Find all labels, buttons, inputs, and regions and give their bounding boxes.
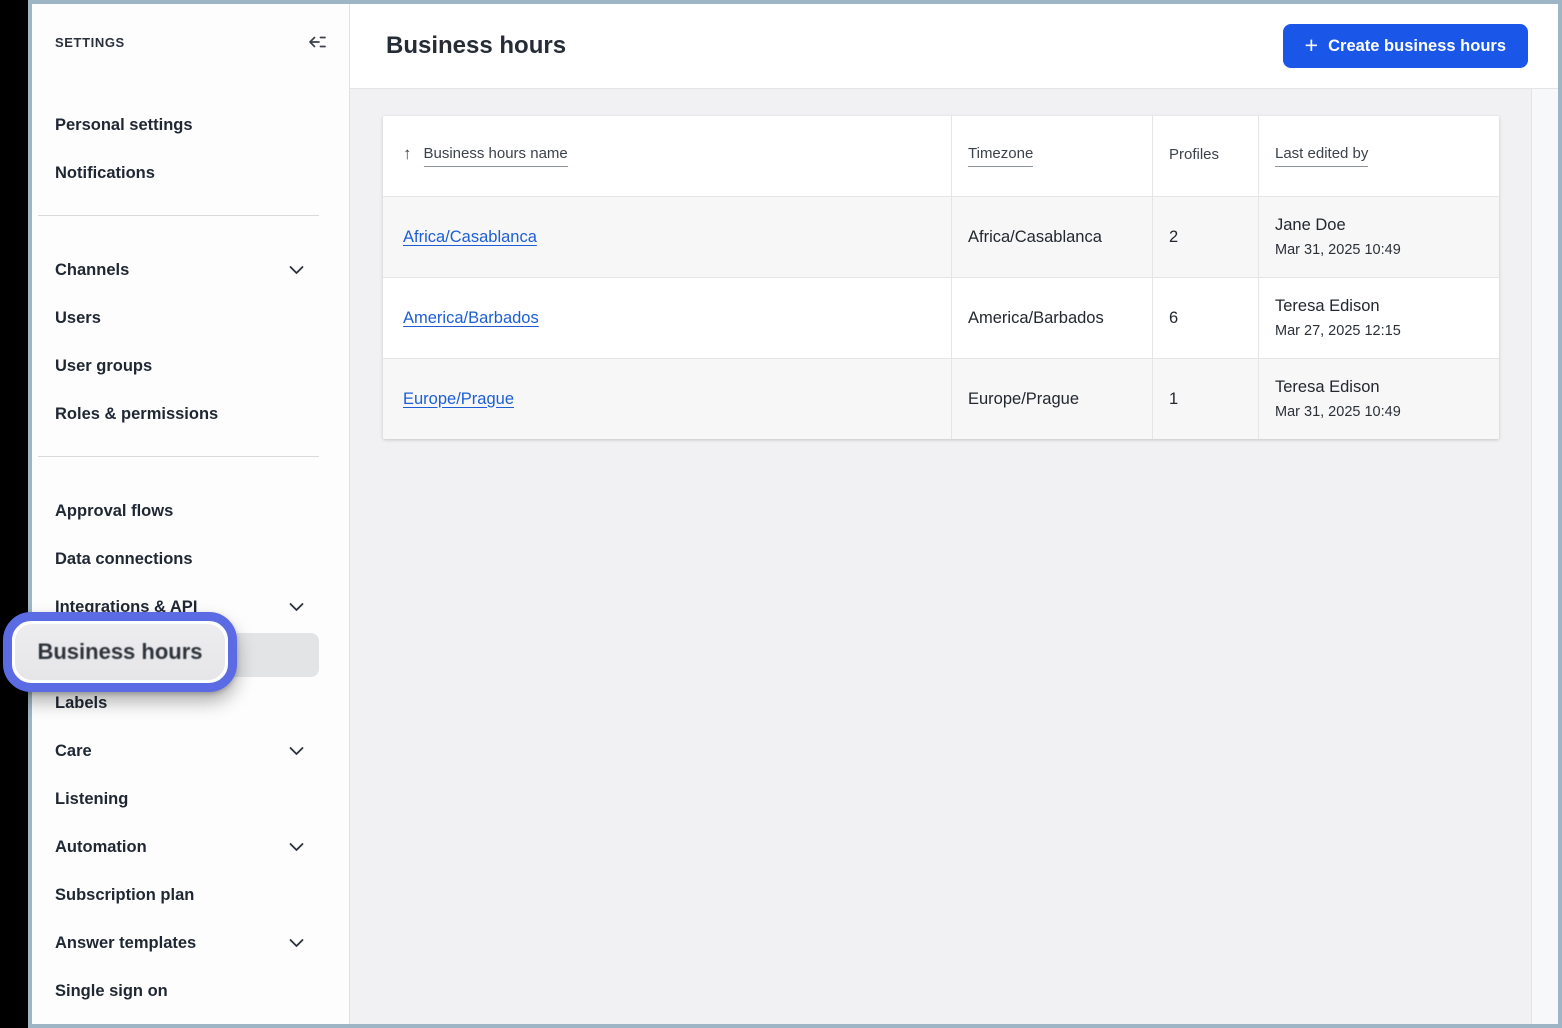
sidebar-item-single-sign-on[interactable]: Single sign on xyxy=(37,967,319,1015)
sidebar-item-label: Listening xyxy=(55,790,128,809)
chevron-down-icon xyxy=(288,935,305,952)
scrollbar-gutter[interactable] xyxy=(1531,89,1558,1024)
table-row: Europe/Prague Europe/Prague 1 Teresa Edison… xyxy=(383,358,1499,439)
column-header-last-edited-by[interactable]: Last edited by xyxy=(1259,116,1499,196)
profiles-count: 1 xyxy=(1169,390,1178,409)
business-hours-name-link[interactable]: America/Barbados xyxy=(403,309,539,328)
business-hours-table: ↑ Business hours name Timezone Profiles Last… xyxy=(383,116,1499,439)
sidebar-item-personal-settings[interactable]: Personal settings xyxy=(37,101,319,149)
sidebar-item-label: User groups xyxy=(55,357,152,376)
column-header-label: Profiles xyxy=(1169,146,1219,167)
sidebar-item-label: Personal settings xyxy=(55,116,193,135)
sidebar-item-label: Answer templates xyxy=(55,934,196,953)
page-title: Business hours xyxy=(386,32,566,60)
main-area: Business hours + Create business hours ↑… xyxy=(350,4,1558,1024)
column-header-profiles: Profiles xyxy=(1153,116,1259,196)
business-hours-name-link[interactable]: Africa/Casablanca xyxy=(403,228,537,247)
sidebar-item-label: Subscription plan xyxy=(55,886,194,905)
last-edited-cell: Teresa Edison Mar 27, 2025 12:15 xyxy=(1259,278,1499,358)
callout-label: Business hours xyxy=(37,639,202,665)
business-hours-name-link[interactable]: Europe/Prague xyxy=(403,390,514,409)
sidebar-item-label: Care xyxy=(55,742,92,761)
last-edited-date: Mar 27, 2025 12:15 xyxy=(1275,323,1401,339)
screenshot-canvas: SETTINGS Personal settings Notifications C… xyxy=(0,0,1562,1028)
chevron-down-icon xyxy=(288,599,305,616)
app-window: SETTINGS Personal settings Notifications C… xyxy=(28,0,1562,1028)
sidebar-item-label: Single sign on xyxy=(55,982,168,1001)
table-header-row: ↑ Business hours name Timezone Profiles Last… xyxy=(383,116,1499,196)
sidebar-item-approval-flows[interactable]: Approval flows xyxy=(37,487,319,535)
sidebar-item-care[interactable]: Care xyxy=(37,727,319,775)
sidebar-item-label: Data connections xyxy=(55,550,193,569)
profiles-count: 6 xyxy=(1169,309,1178,328)
sidebar-item-listening[interactable]: Listening xyxy=(37,775,319,823)
chevron-down-icon xyxy=(288,262,305,279)
column-header-business-hours-name[interactable]: ↑ Business hours name xyxy=(383,116,952,196)
sidebar-item-answer-templates[interactable]: Answer templates xyxy=(37,919,319,967)
sidebar-nav: Personal settings Notifications Channels Us… xyxy=(32,101,349,1015)
page-header: Business hours + Create business hours xyxy=(350,4,1558,89)
timezone-cell: Africa/Casablanca xyxy=(952,197,1153,277)
business-hours-name-cell: America/Barbados xyxy=(383,278,952,358)
create-button-label: Create business hours xyxy=(1328,37,1506,56)
timezone-value: Africa/Casablanca xyxy=(968,228,1102,247)
sidebar-item-users[interactable]: Users xyxy=(37,294,319,342)
timezone-cell: Europe/Prague xyxy=(952,359,1153,439)
profiles-cell: 1 xyxy=(1153,359,1259,439)
sidebar-item-label: Channels xyxy=(55,261,129,280)
sidebar-divider xyxy=(38,456,319,457)
table-row: America/Barbados America/Barbados 6 Teresa … xyxy=(383,277,1499,358)
callout-highlight-pill: Business hours xyxy=(15,624,225,680)
sidebar-item-user-groups[interactable]: User groups xyxy=(37,342,319,390)
sidebar-item-data-connections[interactable]: Data connections xyxy=(37,535,319,583)
sidebar-item-automation[interactable]: Automation xyxy=(37,823,319,871)
sidebar-item-label: Labels xyxy=(55,694,107,713)
sidebar-item-subscription-plan[interactable]: Subscription plan xyxy=(37,871,319,919)
create-business-hours-button[interactable]: + Create business hours xyxy=(1283,24,1528,68)
sort-ascending-icon: ↑ xyxy=(403,144,412,164)
sidebar-divider xyxy=(38,215,319,216)
content-area: ↑ Business hours name Timezone Profiles Last… xyxy=(350,89,1558,1024)
column-header-label: Last edited by xyxy=(1275,145,1368,167)
profiles-cell: 6 xyxy=(1153,278,1259,358)
business-hours-name-cell: Europe/Prague xyxy=(383,359,952,439)
last-edited-cell: Teresa Edison Mar 31, 2025 10:49 xyxy=(1259,359,1499,439)
plus-icon: + xyxy=(1305,34,1318,57)
column-header-label: Business hours name xyxy=(424,145,568,167)
timezone-value: Europe/Prague xyxy=(968,390,1079,409)
table-body: Africa/Casablanca Africa/Casablanca 2 Jane … xyxy=(383,196,1499,439)
sidebar-item-label: Roles & permissions xyxy=(55,405,218,424)
table-row: Africa/Casablanca Africa/Casablanca 2 Jane … xyxy=(383,196,1499,277)
sidebar-title: SETTINGS xyxy=(55,35,125,50)
last-edited-cell: Jane Doe Mar 31, 2025 10:49 xyxy=(1259,197,1499,277)
business-hours-callout: Business hours xyxy=(3,612,237,692)
sidebar-item-label: Approval flows xyxy=(55,502,173,521)
chevron-down-icon xyxy=(288,743,305,760)
sidebar-item-label: Notifications xyxy=(55,164,155,183)
business-hours-name-cell: Africa/Casablanca xyxy=(383,197,952,277)
sidebar-item-notifications[interactable]: Notifications xyxy=(37,149,319,197)
profiles-count: 2 xyxy=(1169,228,1178,247)
chevron-down-icon xyxy=(288,839,305,856)
timezone-cell: America/Barbados xyxy=(952,278,1153,358)
sidebar-item-roles-permissions[interactable]: Roles & permissions xyxy=(37,390,319,438)
sidebar-item-label: Automation xyxy=(55,838,147,857)
column-header-timezone[interactable]: Timezone xyxy=(952,116,1153,196)
settings-sidebar: SETTINGS Personal settings Notifications C… xyxy=(32,4,350,1024)
last-edited-name: Teresa Edison xyxy=(1275,378,1380,397)
column-header-label: Timezone xyxy=(968,145,1033,167)
sidebar-item-label: Users xyxy=(55,309,101,328)
collapse-sidebar-icon[interactable] xyxy=(307,32,327,52)
last-edited-date: Mar 31, 2025 10:49 xyxy=(1275,404,1401,420)
last-edited-date: Mar 31, 2025 10:49 xyxy=(1275,242,1401,258)
sidebar-item-channels[interactable]: Channels xyxy=(37,246,319,294)
last-edited-name: Jane Doe xyxy=(1275,216,1346,235)
timezone-value: America/Barbados xyxy=(968,309,1104,328)
last-edited-name: Teresa Edison xyxy=(1275,297,1380,316)
profiles-cell: 2 xyxy=(1153,197,1259,277)
sidebar-header: SETTINGS xyxy=(32,30,349,54)
